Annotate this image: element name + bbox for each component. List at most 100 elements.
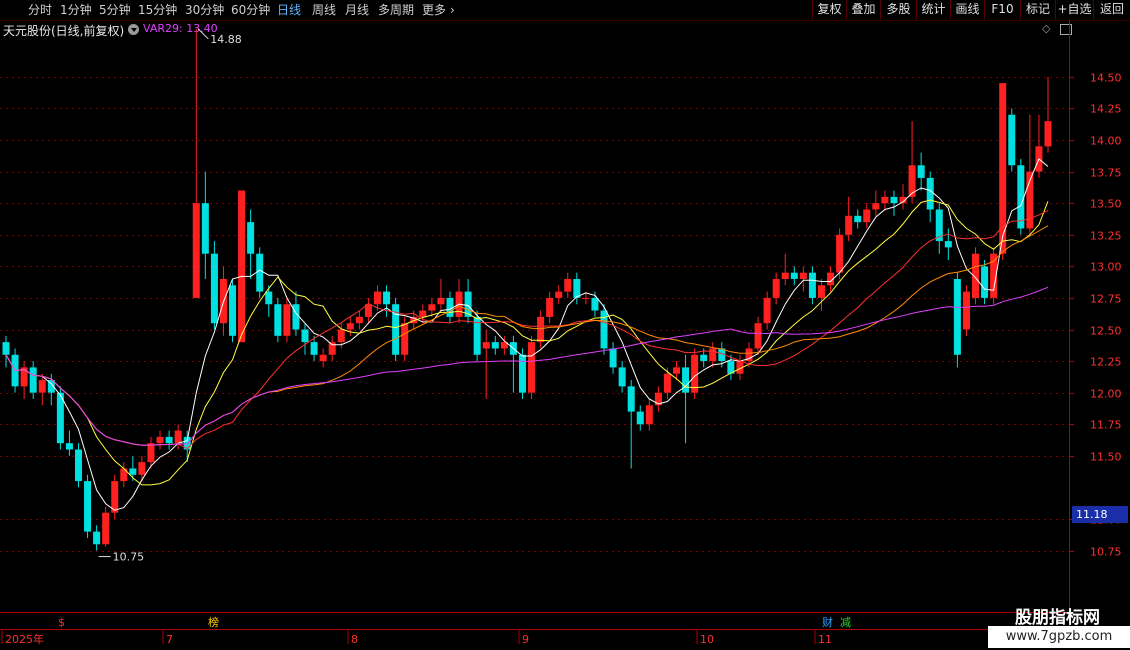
x-tick-label: 10	[700, 633, 714, 646]
candle-body	[283, 304, 291, 336]
candle-body	[482, 342, 490, 349]
candle-body	[437, 297, 445, 305]
event-marker: $	[58, 616, 65, 629]
watermark-url: www.7gpzb.com	[988, 626, 1130, 648]
y-tick-label: 14.50	[1090, 72, 1122, 85]
candle-body	[102, 512, 110, 545]
watermark-title: 股朋指标网	[1015, 608, 1100, 628]
candle-body	[917, 165, 925, 178]
candle-body	[953, 278, 961, 355]
candle-body	[147, 443, 155, 463]
candle-body	[673, 367, 681, 374]
ma5-line	[5, 158, 1049, 511]
candle-body	[573, 278, 581, 298]
candle-body	[29, 367, 37, 393]
x-tick-label: 11	[818, 633, 832, 646]
candle-body	[799, 272, 807, 279]
ma20-line	[5, 209, 1049, 450]
candle-body	[74, 449, 82, 482]
x-tick-label: 9	[522, 633, 529, 646]
y-tick-label: 13.50	[1090, 198, 1122, 211]
candle-body	[926, 177, 934, 210]
event-marker: 减	[840, 616, 851, 629]
candle-body	[546, 297, 554, 317]
candle-body	[383, 291, 391, 305]
candle-body	[1008, 114, 1016, 166]
candle-body	[863, 209, 871, 223]
candle-body	[165, 436, 173, 444]
candle-body	[817, 285, 825, 298]
candle-body	[645, 405, 653, 425]
candle-body	[373, 291, 381, 305]
candle-body	[2, 342, 10, 355]
candle-body	[301, 329, 309, 343]
candle-body	[582, 297, 590, 299]
candle-body	[156, 436, 164, 444]
current-price-box: 11.18	[1072, 506, 1128, 523]
candle-body	[808, 272, 816, 298]
candle-body	[229, 285, 237, 336]
candle-body	[428, 304, 436, 311]
ma60-line	[5, 286, 1049, 446]
candle-body	[772, 278, 780, 298]
candle-body	[328, 342, 336, 355]
y-tick-label: 11.75	[1090, 419, 1122, 432]
candle-body	[346, 323, 354, 330]
high-price-label: 14.88	[210, 33, 242, 46]
event-marker: 榜	[208, 615, 219, 629]
y-tick-label: 10.75	[1090, 546, 1122, 559]
candle-body	[274, 304, 282, 336]
candle-body	[210, 253, 218, 324]
y-tick-label: 14.25	[1090, 103, 1122, 116]
y-tick-label: 13.25	[1090, 230, 1122, 243]
candle-body	[881, 196, 889, 204]
candle-body	[836, 234, 844, 273]
y-tick-label: 12.00	[1090, 388, 1122, 401]
low-price-label: 10.75	[113, 551, 145, 564]
candle-body	[763, 297, 771, 324]
kline-chart[interactable]: 14.50 14.25 14.00 13.75 13.50 13.25 13.00 12.75…	[0, 0, 1130, 650]
candle-body	[790, 272, 798, 279]
candle-body	[627, 386, 635, 412]
candle-body	[201, 203, 209, 254]
candle-body	[129, 468, 137, 475]
candle-body	[310, 342, 318, 355]
x-tick-label: 2025年	[5, 632, 44, 646]
candle-body	[754, 323, 762, 349]
candle-body	[292, 304, 300, 330]
candle-body	[591, 297, 599, 311]
candle-body	[854, 215, 862, 223]
candle-body	[555, 291, 563, 298]
y-tick-label: 12.25	[1090, 356, 1122, 369]
candle-body	[518, 354, 526, 393]
candle-body	[401, 323, 409, 355]
y-tick-label: 11.50	[1090, 451, 1122, 464]
candle-body	[192, 203, 200, 298]
y-tick-label: 12.50	[1090, 325, 1122, 338]
candle-body	[845, 215, 853, 235]
candle-body	[636, 411, 644, 425]
candle-body	[238, 190, 246, 343]
candle-body	[84, 481, 92, 532]
candle-body	[355, 316, 363, 324]
candle-body	[700, 354, 708, 362]
candle-body	[265, 291, 273, 305]
candle-body	[247, 222, 255, 254]
y-tick-label: 12.75	[1090, 293, 1122, 306]
candle-body	[491, 342, 499, 349]
candle-body	[1017, 165, 1025, 229]
candle-body	[618, 367, 626, 387]
candle-body	[890, 196, 898, 204]
candle-body	[65, 443, 73, 450]
candle-body	[1044, 121, 1052, 147]
candle-body	[256, 253, 264, 292]
candle-body	[419, 310, 427, 317]
candle-body	[709, 348, 717, 362]
event-marker: 财	[822, 615, 833, 629]
x-tick-label: 7	[166, 633, 173, 646]
ma30-line	[5, 225, 1049, 446]
candle-body	[174, 430, 182, 444]
y-tick-label: 13.00	[1090, 261, 1122, 274]
candle-body	[138, 462, 146, 475]
candle-body	[962, 291, 970, 330]
